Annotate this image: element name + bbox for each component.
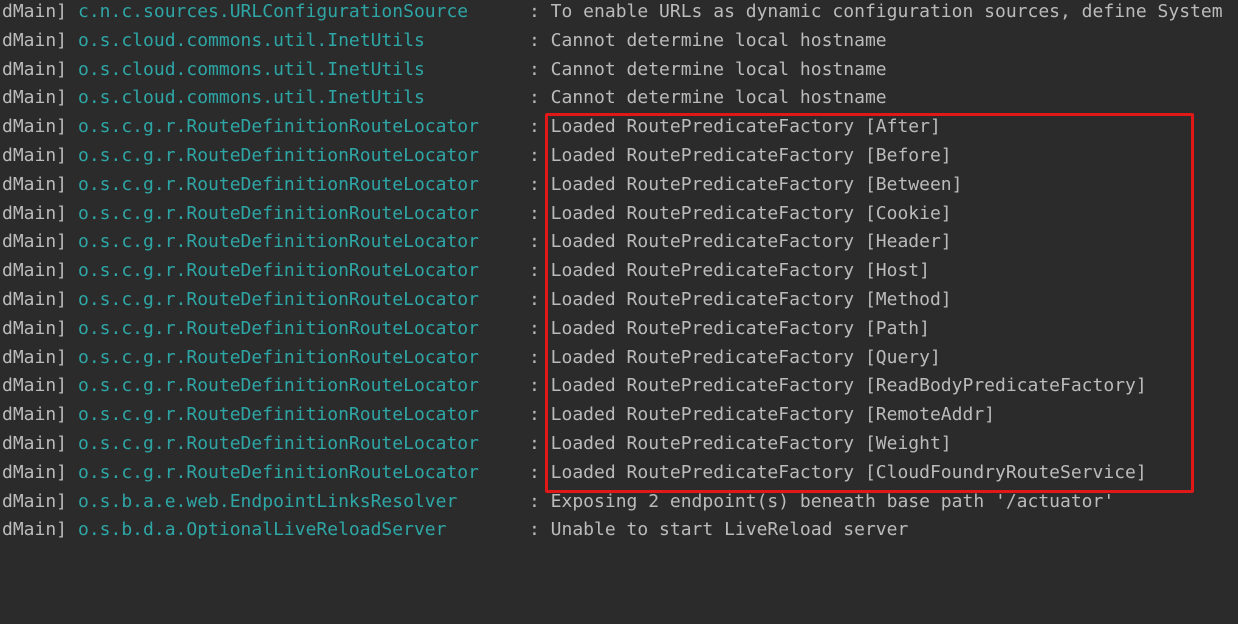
logger-name[interactable]: o.s.c.g.r.RouteDefinitionRouteLocator <box>78 289 479 310</box>
log-message: : Cannot determine local hostname <box>529 59 887 80</box>
logger-name[interactable]: o.s.b.a.e.web.EndpointLinksResolver <box>78 491 457 512</box>
log-message: : Loaded RoutePredicateFactory [Host] <box>529 260 930 281</box>
thread-name: dMain] <box>2 1 68 22</box>
log-message: : Exposing 2 endpoint(s) beneath base pa… <box>529 491 1115 512</box>
log-line: dMain] o.s.c.g.r.RouteDefinitionRouteLoc… <box>0 145 952 174</box>
log-line: dMain] o.s.c.g.r.RouteDefinitionRouteLoc… <box>0 462 1147 491</box>
log-line: dMain] o.s.c.g.r.RouteDefinitionRouteLoc… <box>0 404 995 433</box>
log-line: dMain] o.s.c.g.r.RouteDefinitionRouteLoc… <box>0 318 930 347</box>
log-line: dMain] o.s.c.g.r.RouteDefinitionRouteLoc… <box>0 174 962 203</box>
log-message: : Unable to start LiveReload server <box>529 519 909 540</box>
thread-name: dMain] <box>2 404 68 425</box>
log-message: : Loaded RoutePredicateFactory [RemoteAd… <box>529 404 995 425</box>
logger-name[interactable]: o.s.cloud.commons.util.InetUtils <box>78 87 425 108</box>
log-message: : Cannot determine local hostname <box>529 30 887 51</box>
log-line: dMain] o.s.cloud.commons.util.InetUtils … <box>0 87 887 116</box>
log-line: dMain] o.s.c.g.r.RouteDefinitionRouteLoc… <box>0 289 952 318</box>
logger-name[interactable]: o.s.c.g.r.RouteDefinitionRouteLocator <box>78 347 479 368</box>
log-message: : Loaded RoutePredicateFactory [Weight] <box>529 433 952 454</box>
log-message: : Loaded RoutePredicateFactory [Between] <box>529 174 963 195</box>
log-line: dMain] o.s.c.g.r.RouteDefinitionRouteLoc… <box>0 260 930 289</box>
log-message: : Loaded RoutePredicateFactory [ReadBody… <box>529 375 1147 396</box>
log-line: dMain] o.s.cloud.commons.util.InetUtils … <box>0 30 887 59</box>
logger-name[interactable]: o.s.c.g.r.RouteDefinitionRouteLocator <box>78 375 479 396</box>
log-line: dMain] o.s.b.a.e.web.EndpointLinksResolv… <box>0 491 1114 520</box>
thread-name: dMain] <box>2 231 68 252</box>
log-line: dMain] o.s.b.d.a.OptionalLiveReloadServe… <box>0 519 908 548</box>
log-line: dMain] o.s.cloud.commons.util.InetUtils … <box>0 59 887 88</box>
log-message: : Loaded RoutePredicateFactory [CloudFou… <box>529 462 1147 483</box>
thread-name: dMain] <box>2 462 68 483</box>
thread-name: dMain] <box>2 59 68 80</box>
logger-name[interactable]: o.s.c.g.r.RouteDefinitionRouteLocator <box>78 318 479 339</box>
log-message: : Loaded RoutePredicateFactory [Before] <box>529 145 952 166</box>
logger-name[interactable]: c.n.c.sources.URLConfigurationSource <box>78 1 468 22</box>
log-line: dMain] o.s.c.g.r.RouteDefinitionRouteLoc… <box>0 433 952 462</box>
thread-name: dMain] <box>2 433 68 454</box>
thread-name: dMain] <box>2 30 68 51</box>
logger-name[interactable]: o.s.c.g.r.RouteDefinitionRouteLocator <box>78 462 479 483</box>
logger-name[interactable]: o.s.b.d.a.OptionalLiveReloadServer <box>78 519 446 540</box>
logger-name[interactable]: o.s.c.g.r.RouteDefinitionRouteLocator <box>78 404 479 425</box>
log-line: dMain] o.s.c.g.r.RouteDefinitionRouteLoc… <box>0 203 952 232</box>
logger-name[interactable]: o.s.c.g.r.RouteDefinitionRouteLocator <box>78 231 479 252</box>
log-message: : Loaded RoutePredicateFactory [Path] <box>529 318 930 339</box>
log-message: : Cannot determine local hostname <box>529 87 887 108</box>
thread-name: dMain] <box>2 174 68 195</box>
logger-name[interactable]: o.s.c.g.r.RouteDefinitionRouteLocator <box>78 260 479 281</box>
thread-name: dMain] <box>2 260 68 281</box>
console-output[interactable]: dMain] c.n.c.sources.URLConfigurationSou… <box>0 0 1238 541</box>
log-message: : To enable URLs as dynamic configuratio… <box>529 1 1223 22</box>
log-message: : Loaded RoutePredicateFactory [Cookie] <box>529 203 952 224</box>
logger-name[interactable]: o.s.cloud.commons.util.InetUtils <box>78 30 425 51</box>
log-line: dMain] o.s.c.g.r.RouteDefinitionRouteLoc… <box>0 347 941 376</box>
thread-name: dMain] <box>2 145 68 166</box>
logger-name[interactable]: o.s.c.g.r.RouteDefinitionRouteLocator <box>78 433 479 454</box>
log-line: dMain] c.n.c.sources.URLConfigurationSou… <box>0 1 1223 30</box>
log-line: dMain] o.s.c.g.r.RouteDefinitionRouteLoc… <box>0 116 941 145</box>
logger-name[interactable]: o.s.c.g.r.RouteDefinitionRouteLocator <box>78 116 479 137</box>
logger-name[interactable]: o.s.cloud.commons.util.InetUtils <box>78 59 425 80</box>
log-message: : Loaded RoutePredicateFactory [Method] <box>529 289 952 310</box>
log-line: dMain] o.s.c.g.r.RouteDefinitionRouteLoc… <box>0 231 952 260</box>
logger-name[interactable]: o.s.c.g.r.RouteDefinitionRouteLocator <box>78 203 479 224</box>
log-line: dMain] o.s.c.g.r.RouteDefinitionRouteLoc… <box>0 375 1147 404</box>
thread-name: dMain] <box>2 116 68 137</box>
thread-name: dMain] <box>2 375 68 396</box>
thread-name: dMain] <box>2 519 68 540</box>
log-message: : Loaded RoutePredicateFactory [After] <box>529 116 941 137</box>
thread-name: dMain] <box>2 203 68 224</box>
logger-name[interactable]: o.s.c.g.r.RouteDefinitionRouteLocator <box>78 174 479 195</box>
thread-name: dMain] <box>2 87 68 108</box>
thread-name: dMain] <box>2 318 68 339</box>
thread-name: dMain] <box>2 347 68 368</box>
log-message: : Loaded RoutePredicateFactory [Header] <box>529 231 952 252</box>
thread-name: dMain] <box>2 491 68 512</box>
log-message: : Loaded RoutePredicateFactory [Query] <box>529 347 941 368</box>
thread-name: dMain] <box>2 289 68 310</box>
logger-name[interactable]: o.s.c.g.r.RouteDefinitionRouteLocator <box>78 145 479 166</box>
